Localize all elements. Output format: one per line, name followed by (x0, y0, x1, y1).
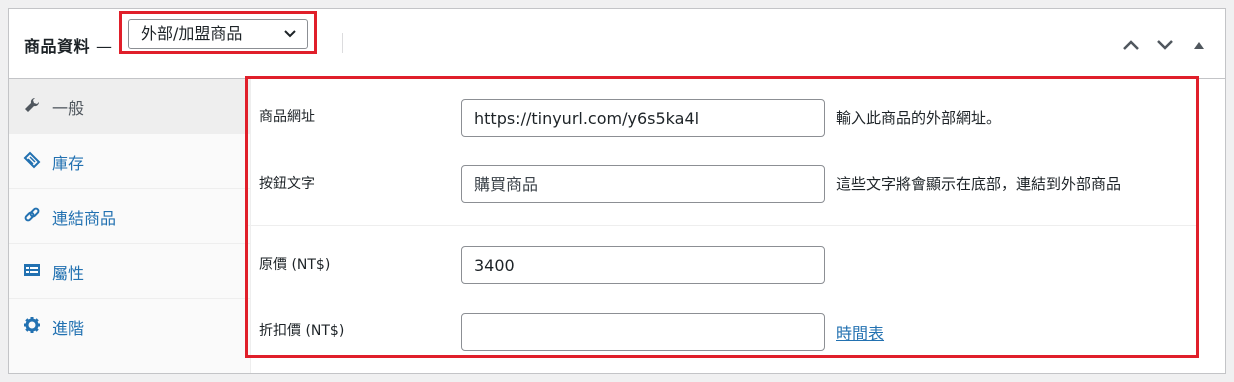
chevron-down-icon (283, 20, 297, 57)
tab-advanced[interactable]: 進階 (9, 299, 251, 354)
wrench-icon (25, 97, 40, 112)
chevron-down-icon (1157, 40, 1173, 50)
product-url-input[interactable] (461, 99, 825, 137)
tab-advanced-label: 進階 (52, 319, 85, 338)
regular-price-label: 原價 (NT$) (259, 257, 331, 273)
tab-linked-products-label: 連結商品 (52, 209, 117, 228)
product-type-value: 外部/加盟商品 (141, 24, 243, 43)
tab-inventory[interactable]: 庫存 (9, 134, 251, 189)
link-icon (24, 207, 40, 222)
header-separator (342, 33, 343, 53)
gear-icon (24, 317, 40, 333)
list-icon (24, 264, 40, 276)
product-url-label: 商品網址 (259, 109, 315, 125)
chevron-up-icon (1123, 40, 1139, 50)
toggle-panel-button[interactable] (1187, 36, 1211, 54)
product-data-tabs: 一般 庫存 連結商品 屬性 進階 (9, 79, 251, 373)
regular-price-input[interactable] (461, 246, 825, 284)
move-down-button[interactable] (1153, 36, 1177, 54)
tab-attributes-label: 屬性 (52, 264, 85, 283)
tab-linked-products[interactable]: 連結商品 (9, 189, 251, 244)
product-type-select[interactable]: 外部/加盟商品 (128, 19, 308, 49)
title-dash: — (96, 37, 113, 56)
button-text-description: 這些文字將會顯示在底部，連結到外部商品 (836, 175, 1122, 193)
triangle-up-icon (1194, 42, 1204, 49)
tab-general-label: 一般 (52, 99, 85, 118)
sale-price-label: 折扣價 (NT$) (259, 323, 345, 339)
tab-inventory-label: 庫存 (52, 154, 85, 173)
button-text-label: 按鈕文字 (259, 176, 315, 192)
tab-attributes[interactable]: 屬性 (9, 244, 251, 299)
move-up-button[interactable] (1119, 36, 1143, 54)
product-url-description: 輸入此商品的外部網址。 (836, 109, 1002, 127)
header-buttons (1119, 36, 1211, 54)
tag-icon (23, 151, 41, 169)
panel-title-text: 商品資料 (24, 37, 91, 56)
schedule-link[interactable]: 時間表 (836, 320, 884, 344)
button-text-input[interactable] (461, 165, 825, 203)
section-divider (248, 225, 1196, 226)
sale-price-input[interactable] (461, 313, 825, 351)
panel-title: 商品資料 — (24, 33, 113, 57)
tab-general[interactable]: 一般 (9, 79, 251, 134)
